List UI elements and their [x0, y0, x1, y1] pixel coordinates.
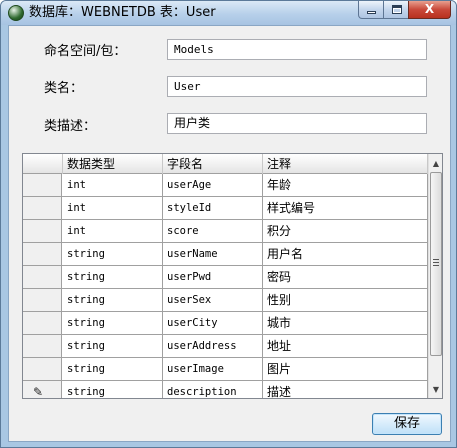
cell-field[interactable]: userName	[163, 243, 263, 265]
title-bar[interactable]: 数据库：WEBNETDB 表：User X	[1, 1, 456, 25]
column-header-field[interactable]: 字段名	[163, 154, 263, 174]
cell-field[interactable]: score	[163, 220, 263, 242]
cell-type[interactable]: string	[63, 243, 163, 265]
cell-comment[interactable]: 密码	[263, 266, 428, 288]
table-row[interactable]: int userAge 年龄	[23, 174, 428, 197]
maximize-button[interactable]	[383, 1, 409, 19]
cell-field[interactable]: userSex	[163, 289, 263, 311]
cell-type[interactable]: string	[63, 358, 163, 380]
cell-comment[interactable]: 积分	[263, 220, 428, 242]
table-row[interactable]: string userAddress 地址	[23, 335, 428, 358]
cell-comment[interactable]: 用户名	[263, 243, 428, 265]
cell-field[interactable]: userPwd	[163, 266, 263, 288]
cell-type[interactable]: string	[63, 289, 163, 311]
cell-comment[interactable]: 描述	[263, 381, 428, 398]
cell-comment[interactable]: 城市	[263, 312, 428, 334]
table-row[interactable]: int score 积分	[23, 220, 428, 243]
app-icon	[8, 5, 24, 21]
cell-field[interactable]: styleId	[163, 197, 263, 219]
cell-type[interactable]: int	[63, 220, 163, 242]
table-row[interactable]: string userPwd 密码	[23, 266, 428, 289]
cell-field[interactable]: userAge	[163, 174, 263, 196]
row-header[interactable]	[23, 243, 62, 265]
cell-field[interactable]: userAddress	[163, 335, 263, 357]
table-row[interactable]: int styleId 样式编号	[23, 197, 428, 220]
cell-field[interactable]: userCity	[163, 312, 263, 334]
row-header[interactable]	[23, 358, 62, 380]
row-header[interactable]	[23, 174, 62, 196]
row-header[interactable]	[23, 266, 62, 288]
cell-field[interactable]: description	[163, 381, 263, 398]
pencil-icon: ✎	[33, 385, 44, 399]
cell-type[interactable]: int	[63, 174, 163, 196]
maximize-icon	[392, 5, 402, 14]
cell-comment[interactable]: 样式编号	[263, 197, 428, 219]
row-header[interactable]	[23, 289, 62, 311]
minimize-icon	[367, 11, 376, 14]
row-header[interactable]	[23, 335, 62, 357]
grid-header: 数据类型 字段名 注释	[23, 154, 428, 174]
classname-input[interactable]: User	[167, 76, 427, 97]
column-header-comment[interactable]: 注释	[263, 154, 428, 174]
table-row[interactable]: ✎ string description 描述	[23, 381, 428, 399]
table-row[interactable]: string userName 用户名	[23, 243, 428, 266]
scrollbar-thumb[interactable]	[430, 172, 442, 356]
namespace-label: 命名空间/包：	[44, 44, 127, 59]
close-button[interactable]: X	[408, 1, 451, 19]
row-header[interactable]: ✎	[23, 381, 62, 399]
row-header-corner	[23, 154, 63, 174]
classdesc-label: 类描述：	[44, 119, 97, 134]
classname-label: 类名：	[44, 81, 84, 96]
row-header[interactable]	[23, 220, 62, 242]
cell-type[interactable]: string	[63, 381, 163, 398]
cell-type[interactable]: string	[63, 335, 163, 357]
scroll-up-icon[interactable]: ▲	[429, 156, 442, 172]
cell-comment[interactable]: 年龄	[263, 174, 428, 196]
cell-type[interactable]: string	[63, 266, 163, 288]
fields-grid[interactable]: 数据类型 字段名 注释 int userAge 年龄 int styleId 样式编号 in…	[22, 153, 443, 399]
namespace-input[interactable]: Models	[167, 39, 427, 60]
cell-type[interactable]: string	[63, 312, 163, 334]
row-header[interactable]	[23, 312, 62, 334]
table-row[interactable]: string userCity 城市	[23, 312, 428, 335]
cell-comment[interactable]: 图片	[263, 358, 428, 380]
close-icon: X	[424, 2, 435, 16]
cell-type[interactable]: int	[63, 197, 163, 219]
scrollbar-grip-icon	[433, 259, 439, 266]
window-title: 数据库：WEBNETDB 表：User	[29, 5, 216, 20]
cell-comment[interactable]: 地址	[263, 335, 428, 357]
scroll-down-icon[interactable]: ▼	[429, 382, 442, 398]
classdesc-input[interactable]: 用户类	[167, 113, 427, 134]
dialog-window: 数据库：WEBNETDB 表：User X 命名空间/包： Models 类名：…	[0, 0, 457, 448]
table-row[interactable]: string userImage 图片	[23, 358, 428, 381]
minimize-button[interactable]	[358, 1, 384, 19]
save-button[interactable]: 保存	[372, 413, 442, 435]
vertical-scrollbar[interactable]: ▲ ▼	[428, 154, 442, 398]
cell-field[interactable]: userImage	[163, 358, 263, 380]
cell-comment[interactable]: 性别	[263, 289, 428, 311]
row-header[interactable]	[23, 197, 62, 219]
table-row[interactable]: string userSex 性别	[23, 289, 428, 312]
column-header-type[interactable]: 数据类型	[63, 154, 163, 174]
